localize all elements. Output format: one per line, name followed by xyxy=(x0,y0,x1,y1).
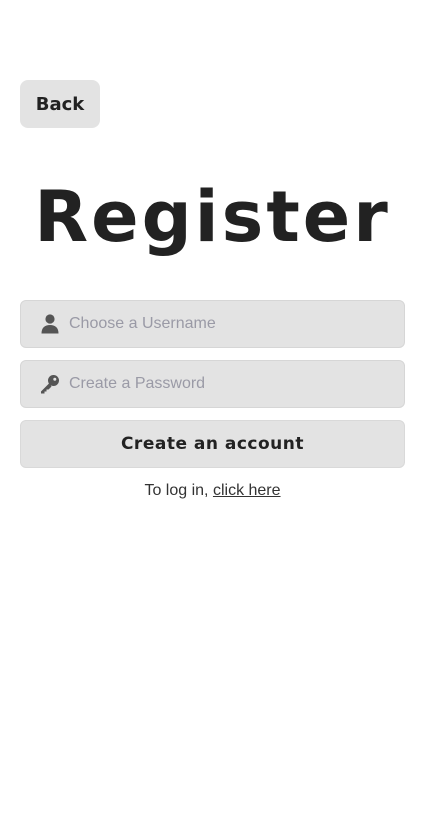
login-link[interactable]: click here xyxy=(213,482,281,499)
back-button[interactable]: Back xyxy=(20,80,100,128)
register-page: Back Register Create an account To log i… xyxy=(0,0,425,823)
login-prompt: To log in, click here xyxy=(0,482,425,500)
login-prompt-text: To log in, xyxy=(144,482,209,499)
username-field[interactable] xyxy=(20,300,405,348)
username-input[interactable] xyxy=(69,301,404,347)
create-account-button[interactable]: Create an account xyxy=(20,420,405,468)
password-field[interactable] xyxy=(20,360,405,408)
password-input[interactable] xyxy=(69,361,404,407)
page-title: Register xyxy=(34,176,391,258)
user-icon xyxy=(40,314,60,334)
key-icon xyxy=(40,374,60,394)
